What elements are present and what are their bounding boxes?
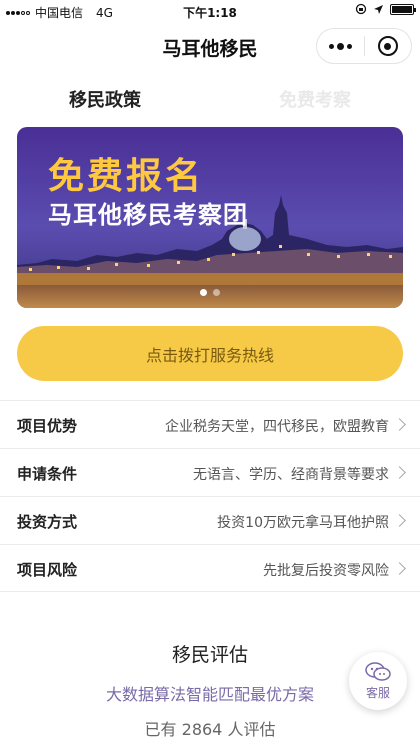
more-dots-icon <box>328 42 352 50</box>
info-label: 项目优势 <box>17 417 78 435</box>
mini-program-capsule <box>316 28 412 64</box>
customer-service-label: 客服 <box>365 685 390 700</box>
chevron-right-icon <box>393 418 406 431</box>
info-row-risk[interactable]: 项目风险 先批复后投资零风险 <box>0 544 420 592</box>
tab-free-tour[interactable]: 免费考察 <box>240 86 390 112</box>
banner-subtitle: 马耳他移民考察团 <box>48 201 248 229</box>
status-right <box>355 3 416 15</box>
battery-icon <box>390 3 416 15</box>
info-label: 投资方式 <box>17 513 78 531</box>
assessment-count: 已有 2864 人评估 <box>144 720 276 739</box>
info-value: 无语言、学历、经商背景等要求 <box>193 467 389 483</box>
call-hotline-button[interactable]: 点击拨打服务热线 <box>17 326 403 381</box>
customer-service-button[interactable]: 客服 <box>349 652 407 710</box>
tab-immigration-policy[interactable]: 移民政策 <box>30 86 180 112</box>
pager-dot <box>200 289 207 296</box>
close-button[interactable] <box>365 29 412 63</box>
pager-dot <box>213 289 220 296</box>
nav-bar: 马耳他移民 <box>0 24 420 68</box>
info-row-investment[interactable]: 投资方式 投资10万欧元拿马耳他护照 <box>0 496 420 544</box>
info-label: 项目风险 <box>17 561 78 579</box>
promo-banner[interactable]: 免费报名 马耳他移民考察团 <box>17 127 403 308</box>
status-bar: 中国电信 4G 下午1:18 <box>0 0 420 22</box>
location-arrow-icon <box>374 4 383 14</box>
info-label: 申请条件 <box>17 465 78 483</box>
banner-title: 免费报名 <box>48 156 205 197</box>
info-value: 先批复后投资零风险 <box>263 563 389 579</box>
more-button[interactable] <box>317 29 364 63</box>
info-value: 企业税务天堂，四代移民，欧盟教育 <box>165 419 389 435</box>
info-row-advantages[interactable]: 项目优势 企业税务天堂，四代移民，欧盟教育 <box>0 400 420 448</box>
info-row-requirements[interactable]: 申请条件 无语言、学历、经商背景等要求 <box>0 448 420 496</box>
info-value: 投资10万欧元拿马耳他护照 <box>217 515 389 531</box>
chat-bubbles-icon <box>365 661 391 681</box>
chevron-right-icon <box>393 466 406 479</box>
chevron-right-icon <box>393 562 406 575</box>
target-circle-icon <box>377 36 398 56</box>
chevron-right-icon <box>393 514 406 527</box>
project-info-list: 项目优势 企业税务天堂，四代移民，欧盟教育 申请条件 无语言、学历、经商背景等要… <box>0 400 420 592</box>
rotation-lock-icon <box>355 3 367 15</box>
tab-bar: 移民政策 免费考察 <box>0 86 420 116</box>
banner-pager <box>17 289 403 296</box>
